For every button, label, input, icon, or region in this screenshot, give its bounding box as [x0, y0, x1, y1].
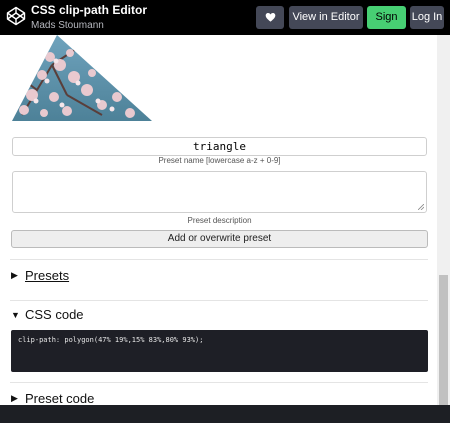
pen-preview: triangle Preset name [lowercase a-z + 0-…	[0, 35, 437, 405]
css-code-block[interactable]: clip-path: polygon(47% 19%,15% 83%,80% 9…	[11, 330, 428, 372]
codepen-logo-icon[interactable]	[6, 6, 26, 26]
preset-code-label: Preset code	[25, 391, 95, 405]
scrollbar-track[interactable]	[437, 35, 450, 405]
pen-author[interactable]: Mads Stoumann	[31, 19, 147, 32]
css-code-text: clip-path: polygon(47% 19%,15% 83%,80% 9…	[18, 336, 204, 344]
divider	[10, 300, 428, 301]
clip-path-preview-image	[12, 35, 152, 121]
css-code-summary[interactable]: ▼ CSS code	[11, 307, 84, 322]
sign-up-button[interactable]: Sign Up	[367, 6, 406, 46]
heart-icon	[265, 13, 275, 22]
pen-title: CSS clip-path Editor	[31, 3, 148, 17]
triangle-down-icon: ▼	[11, 309, 20, 320]
preset-code-summary[interactable]: ▶ Preset code	[11, 391, 94, 405]
log-in-button[interactable]: Log In	[410, 6, 444, 29]
title-block: CSS clip-path Editor Mads Stoumann	[31, 3, 147, 32]
preset-name-input[interactable]: triangle	[12, 137, 427, 156]
triangle-right-icon: ▶	[11, 270, 18, 280]
preset-name-caption: Preset name [lowercase a-z + 0-9]	[158, 156, 281, 165]
presets-summary[interactable]: ▶ Presets	[11, 268, 69, 283]
divider	[10, 382, 428, 383]
preset-description-caption: Preset description	[187, 216, 252, 225]
scrollbar-thumb[interactable]	[439, 275, 448, 405]
view-in-editor-button[interactable]: View in Editor	[289, 6, 363, 29]
presets-label: Presets	[25, 268, 70, 283]
resize-handle-icon[interactable]	[418, 204, 424, 210]
divider	[10, 259, 428, 260]
top-bar: CSS clip-path Editor Mads Stoumann View …	[0, 0, 450, 46]
add-preset-button[interactable]: Add or overwrite preset	[11, 230, 428, 248]
preset-description-textarea[interactable]	[12, 171, 427, 213]
bottom-bar	[0, 405, 450, 423]
triangle-right-icon: ▶	[11, 393, 18, 403]
love-button[interactable]	[256, 6, 284, 29]
css-code-label: CSS code	[25, 307, 84, 322]
